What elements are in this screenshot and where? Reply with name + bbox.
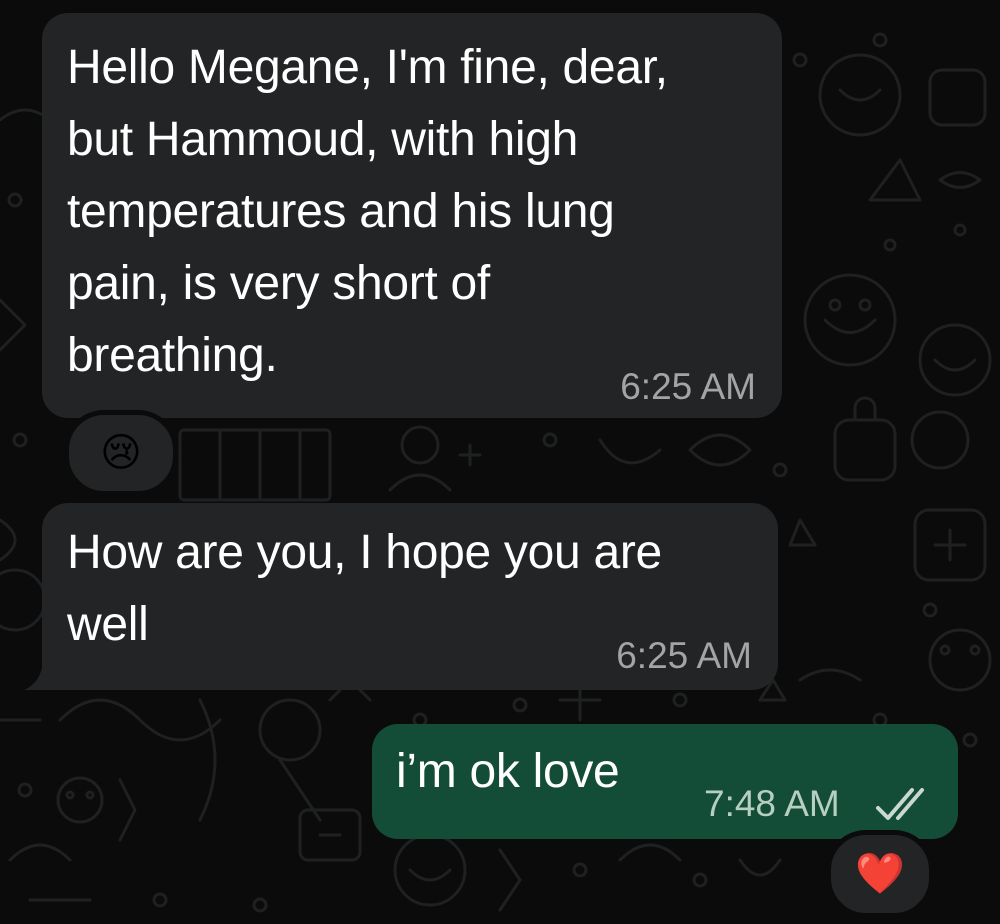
message-timestamp: 6:25 AM bbox=[620, 366, 756, 407]
message-text: i’m ok love bbox=[396, 745, 620, 798]
crying-face-emoji-icon: 😢 bbox=[100, 431, 142, 475]
message-text: Hello Megane, I'm fine, dear, but Hammou… bbox=[67, 41, 668, 382]
message-bubble-incoming[interactable]: Hello Megane, I'm fine, dear, but Hammou… bbox=[42, 13, 782, 418]
message-bubble-outgoing[interactable]: i’m ok love 7:48 AM bbox=[372, 724, 958, 839]
reaction-badge[interactable]: ❤️ bbox=[826, 830, 934, 918]
red-heart-emoji-icon: ❤️ bbox=[855, 852, 905, 896]
bubble-tail bbox=[24, 668, 42, 690]
double-check-read-icon bbox=[876, 788, 924, 820]
reaction-badge[interactable]: 😢 bbox=[64, 410, 178, 496]
message-timestamp: 6:25 AM bbox=[616, 635, 752, 676]
message-bubble-incoming[interactable]: How are you, I hope you are well 6:25 AM bbox=[42, 503, 778, 690]
message-timestamp: 7:48 AM bbox=[704, 783, 840, 824]
